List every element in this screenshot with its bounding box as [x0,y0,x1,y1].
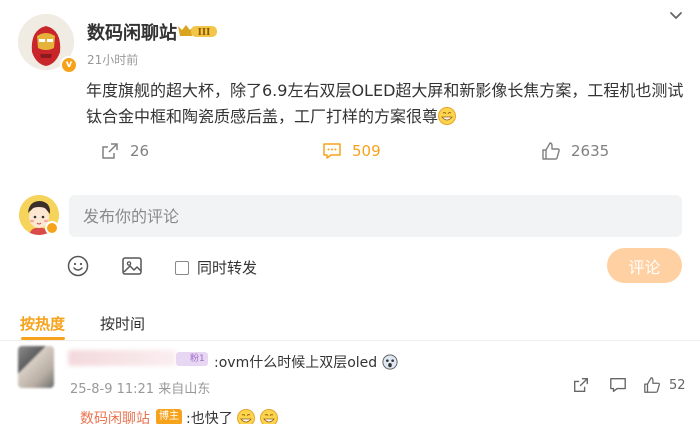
share-icon [574,378,588,392]
comment-reply-button[interactable] [609,376,629,396]
verified-badge-icon: v [60,56,78,74]
comment-count: 509 [352,142,381,160]
share-count: 26 [130,142,150,160]
checkbox-box[interactable] [175,260,189,275]
thumbs-up-icon [542,142,560,160]
post-text: 年度旗舰的超大杯，除了6.9左右双层OLED超大屏和新影像长焦方案，工程机也测试… [86,81,684,126]
image-upload-button[interactable] [120,254,144,278]
comment-meta: 25-8-9 11:21 来自山东 [70,382,211,397]
commenter-avatar[interactable] [18,346,54,388]
emoji-picker-button[interactable] [66,254,90,278]
comment-icon [610,378,626,392]
verified-badge-icon [45,221,59,235]
grinning-emoji-icon [259,409,278,424]
comment-button[interactable]: 509 [322,141,381,161]
post-timestamp[interactable]: 21小时前 [87,51,138,68]
like-count: 2635 [571,142,610,160]
like-button[interactable]: 2635 [541,141,609,161]
repost-label: 同时转发 [197,259,258,277]
image-icon [122,257,142,275]
share-icon [102,143,118,159]
shocked-emoji-icon [382,354,398,370]
vip-badge-icon: III [176,23,218,39]
tab-sort-by-time[interactable]: 按时间 [100,313,145,334]
post-body: 年度旗舰的超大杯，除了6.9左右双层OLED超大屏和新影像长焦方案，工程机也测试… [86,78,690,130]
reply-author-name[interactable]: 数码闲聊站 [80,408,150,424]
post-author-name[interactable]: 数码闲聊站 [87,19,177,45]
comment-text: :ovm什么时候上双层oled [214,352,398,372]
submit-comment-button[interactable]: 评论 [607,248,682,283]
repost-checkbox[interactable]: 同时转发 [175,257,257,278]
grinning-emoji-icon [237,409,256,424]
tab-sort-by-hot[interactable]: 按热度 [20,313,65,334]
comment-like-count: 52 [669,378,686,393]
comment-input[interactable] [69,195,682,237]
smiley-icon [67,255,89,277]
fan-level-badge: 粉1 [176,352,208,366]
divider [0,340,700,341]
grinning-emoji-icon [438,107,457,125]
share-button[interactable]: 26 [100,141,149,161]
comment-icon [323,143,341,159]
commenter-name-redacted[interactable] [68,350,176,366]
reply-text: :也快了 [186,408,278,424]
comment-like-button[interactable] [643,376,663,396]
more-options-chevron-icon[interactable] [662,6,690,26]
vip-level-text: III [198,28,211,38]
author-badge: 博主 [156,409,182,424]
comment-text-body: :ovm什么时候上双层oled [214,355,378,371]
thumbs-up-icon [644,377,660,393]
comment-share-button[interactable] [572,376,592,396]
reply-text-body: :也快了 [186,411,233,424]
